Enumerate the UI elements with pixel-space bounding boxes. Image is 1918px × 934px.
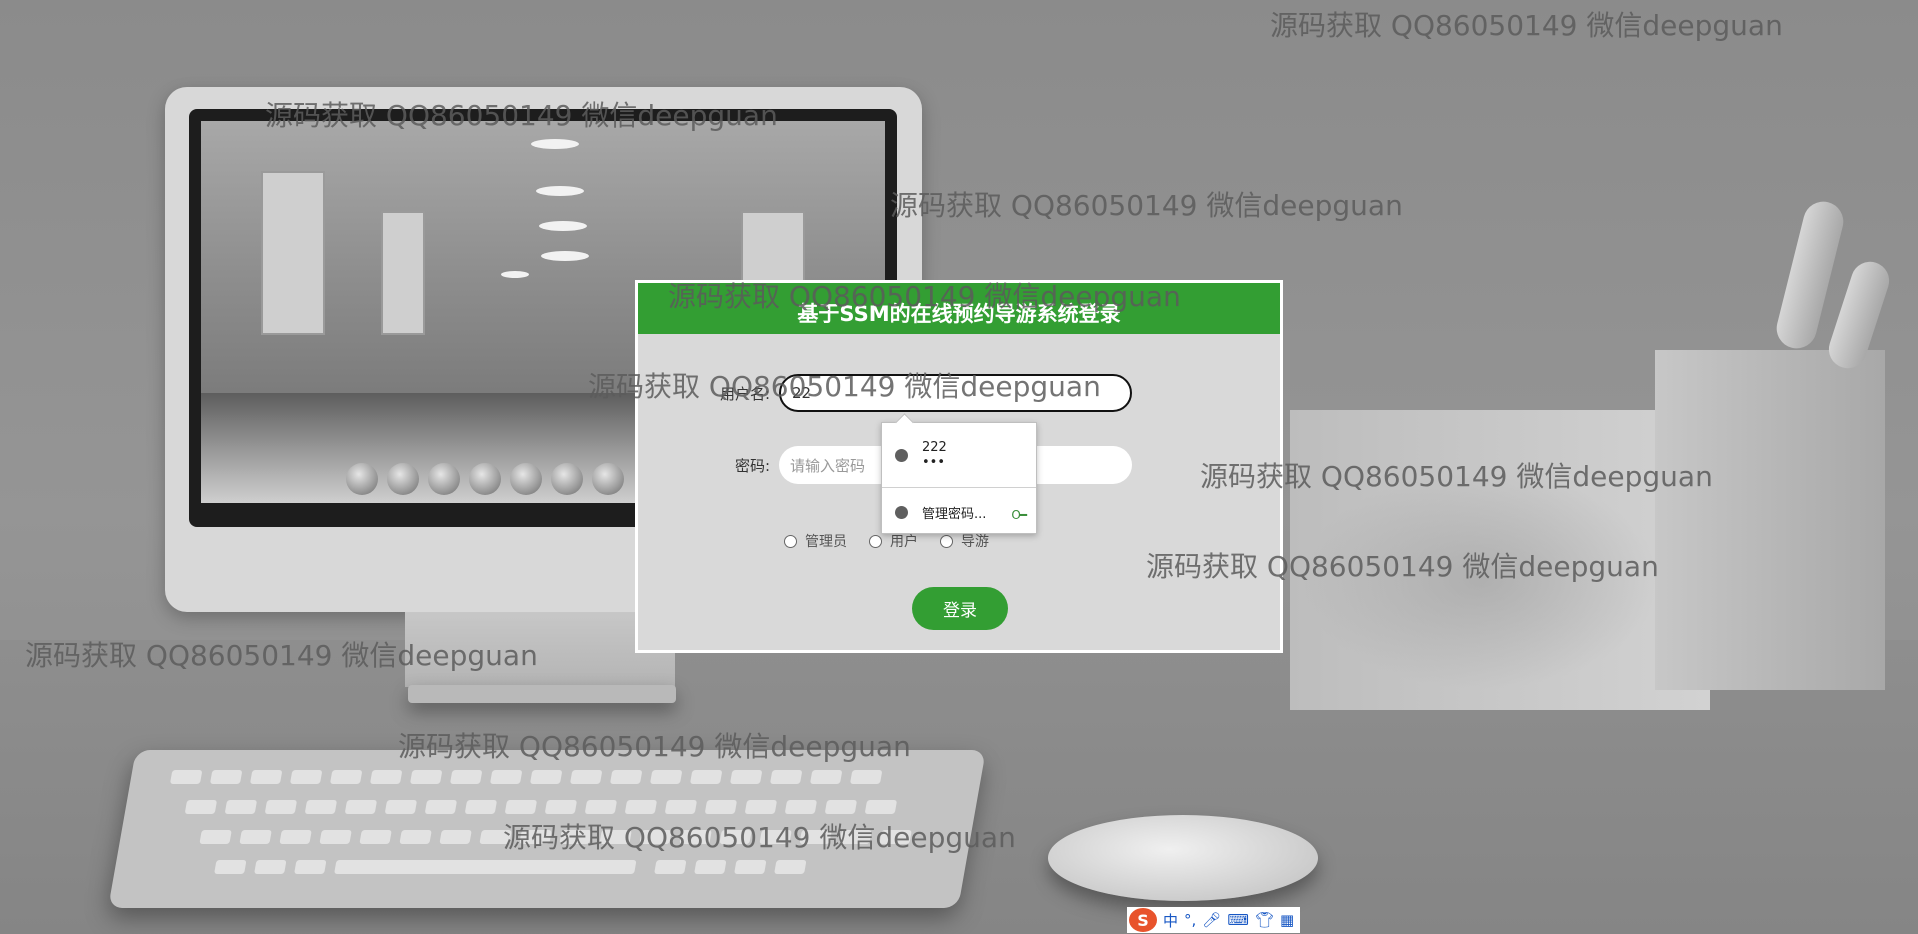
username-label: 用户名: bbox=[719, 384, 770, 403]
password-label: 密码: bbox=[734, 456, 770, 475]
ime-punctuation-toggle[interactable]: °, bbox=[1184, 911, 1196, 929]
world-map-print bbox=[1300, 470, 1660, 690]
radio-circle-icon[interactable] bbox=[940, 534, 953, 548]
dropdown-divider bbox=[882, 487, 1036, 488]
microphone-icon[interactable]: 🎤︎ bbox=[1202, 911, 1221, 929]
shopping-bag-illustration-2 bbox=[1655, 350, 1885, 690]
radio-circle-icon[interactable] bbox=[869, 534, 882, 548]
ime-mode-toggle[interactable]: 中 bbox=[1163, 910, 1178, 931]
monitor-foot bbox=[408, 685, 676, 703]
role-radio-group: 管理员 用户 导游 bbox=[784, 531, 989, 551]
dock-icons bbox=[346, 463, 624, 497]
browser-logo-icon bbox=[895, 505, 908, 519]
username-row: 用户名: 22 bbox=[638, 374, 1132, 412]
manage-passwords-label: 管理密码... bbox=[922, 506, 987, 522]
autofill-suggestion[interactable]: 222 ••• bbox=[882, 433, 1036, 477]
role-label: 管理员 bbox=[805, 534, 847, 550]
role-radio-user[interactable]: 用户 bbox=[869, 531, 918, 551]
radio-circle-icon[interactable] bbox=[784, 534, 797, 548]
username-input[interactable]: 22 bbox=[779, 374, 1132, 412]
role-label: 用户 bbox=[890, 534, 918, 550]
suggestion-password-mask: ••• bbox=[922, 455, 946, 470]
ime-logo-icon[interactable]: S bbox=[1129, 908, 1157, 932]
keyboard-illustration bbox=[108, 750, 986, 908]
key-icon: O━ bbox=[1011, 508, 1027, 522]
autofill-dropdown: 222 ••• 管理密码... O━ bbox=[881, 413, 1037, 534]
shirt-icon[interactable]: 👕︎ bbox=[1255, 911, 1274, 929]
login-title: 基于SSM的在线预约导游系统登录 bbox=[638, 283, 1280, 334]
role-radio-guide[interactable]: 导游 bbox=[940, 531, 989, 551]
grid-icon[interactable]: ▦ bbox=[1280, 911, 1294, 929]
role-radio-admin[interactable]: 管理员 bbox=[784, 531, 847, 551]
globe-icon bbox=[895, 448, 908, 462]
mouse-illustration bbox=[1048, 815, 1318, 901]
ime-toolbar: S 中 °, 🎤︎ ⌨︎ 👕︎ ▦ bbox=[1127, 907, 1301, 933]
login-button[interactable]: 登录 bbox=[912, 587, 1008, 630]
role-label: 导游 bbox=[961, 534, 989, 550]
keyboard-icon[interactable]: ⌨︎ bbox=[1227, 911, 1249, 929]
suggestion-username: 222 bbox=[922, 440, 947, 455]
